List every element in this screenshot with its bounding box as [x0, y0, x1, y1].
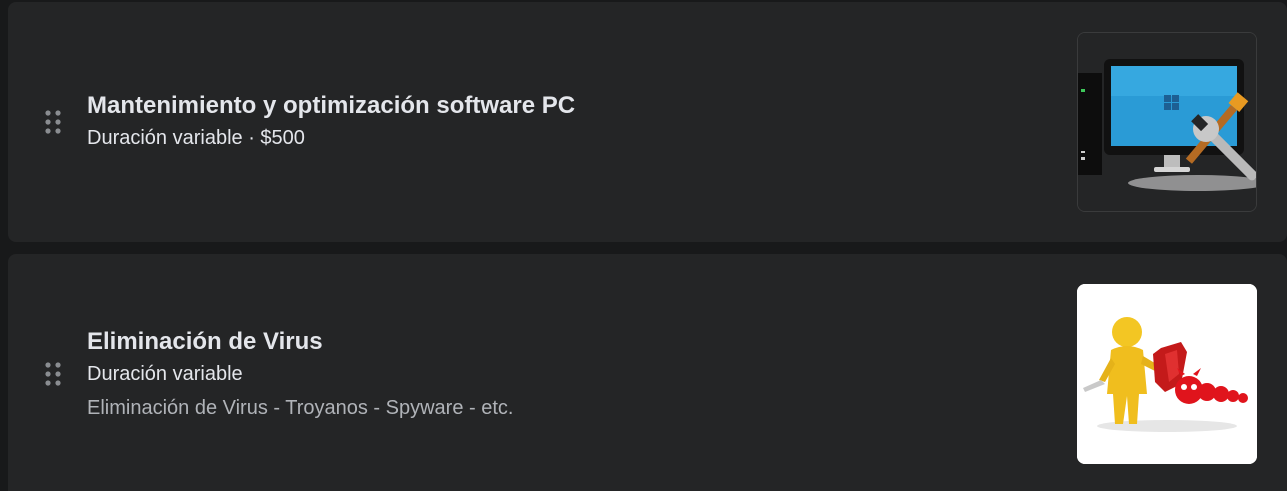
service-duration-price: Duración variable · $500 [87, 127, 305, 149]
computer-maintenance-image[interactable] [1077, 32, 1257, 212]
service-info: Mantenimiento y optimización software PC… [87, 91, 575, 151]
service-title[interactable]: Mantenimiento y optimización software PC [87, 91, 575, 121]
drag-handle-icon[interactable] [44, 361, 62, 387]
service-description: Eliminación de Virus - Troyanos - Spywar… [87, 397, 514, 419]
services-list: Mantenimiento y optimización software PC… [0, 0, 1287, 491]
service-card[interactable]: Mantenimiento y optimización software PC… [8, 2, 1287, 242]
virus-removal-image[interactable] [1077, 284, 1257, 464]
drag-handle-icon[interactable] [44, 109, 62, 135]
service-duration: Duración variable [87, 363, 243, 385]
service-info: Eliminación de Virus Duración variable E… [87, 327, 513, 421]
service-title[interactable]: Eliminación de Virus [87, 327, 513, 357]
service-card[interactable]: Eliminación de Virus Duración variable E… [8, 254, 1287, 491]
